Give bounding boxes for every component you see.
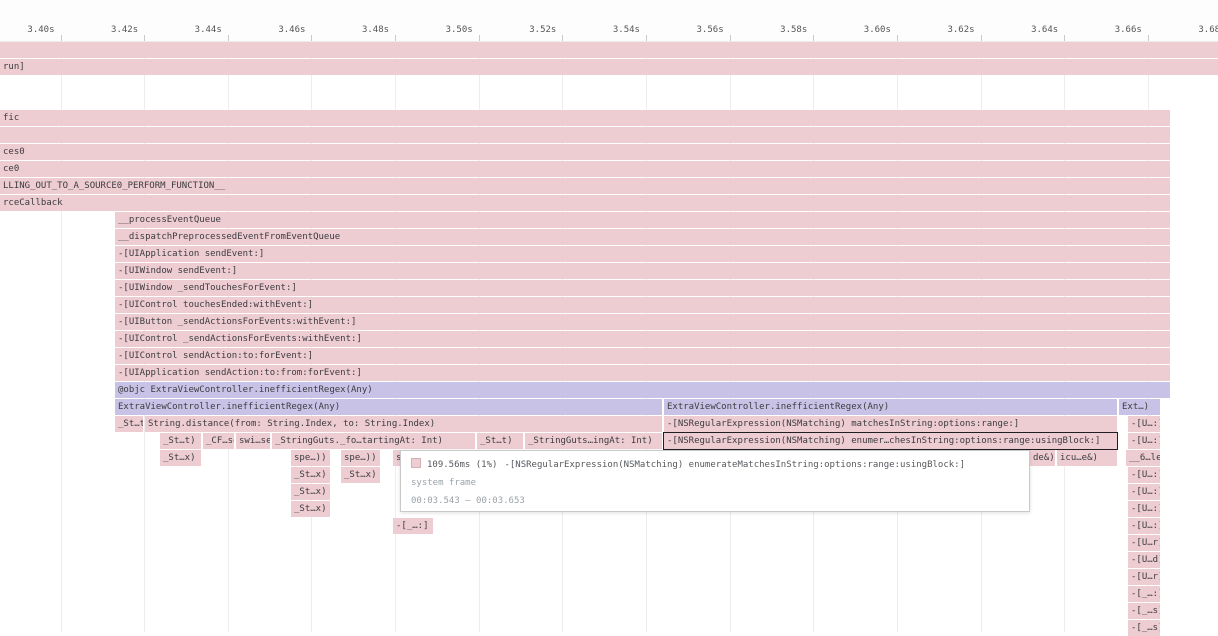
flame-frame[interactable]: String.distance(from: String.Index, to: …	[145, 416, 662, 432]
flame-frame[interactable]: -[UIControl sendAction:to:forEvent:]	[115, 348, 1170, 364]
flame-frame[interactable]: -[U…:]	[1128, 416, 1160, 432]
flame-frame[interactable]: _St…x)	[341, 467, 380, 483]
flame-frame[interactable]: ExtraViewController.inefficientRegex(Any…	[664, 399, 1117, 415]
flame-frame[interactable]: @objc ExtraViewController.inefficientReg…	[115, 382, 1170, 398]
frame-tooltip: 109.56ms (1%) -[NSRegularExpression(NSMat…	[400, 450, 1030, 512]
time-ruler-label: 3.54s	[606, 25, 640, 35]
flame-frame[interactable]: -[_…:]	[393, 518, 433, 534]
flame-frame[interactable]: -[NSRegularExpression(NSMatching) matche…	[664, 416, 1117, 432]
flame-frame[interactable]: -[UIWindow sendEvent:]	[115, 263, 1170, 279]
flame-frame[interactable]: _St…x)	[160, 450, 201, 466]
flame-frame[interactable]: icu…e&)	[1057, 450, 1117, 466]
flame-frame[interactable]: -[U…:]	[1128, 484, 1160, 500]
flame-frame[interactable]: _StringGuts…ingAt: Int)	[525, 433, 662, 449]
flame-frame[interactable]: -[U…:]	[1128, 433, 1160, 449]
time-ruler-label: 3.44s	[188, 25, 222, 35]
time-ruler-label: 3.64s	[1024, 25, 1058, 35]
time-ruler-tick	[311, 35, 312, 41]
flame-frame[interactable]: _StringGuts._fo…tartingAt: Int)	[272, 433, 475, 449]
flame-frame[interactable]: de&)	[1030, 450, 1055, 466]
flame-frame[interactable]: fic	[0, 110, 1170, 126]
time-ruler-tick	[730, 35, 731, 41]
flame-frame[interactable]: swi…se	[236, 433, 270, 449]
time-ruler-label: 3.42s	[104, 25, 138, 35]
flame-frame[interactable]: ExtraViewController.inefficientRegex(Any…	[115, 399, 662, 415]
time-ruler-tick	[562, 35, 563, 41]
flame-frame[interactable]: Ext…)	[1119, 399, 1160, 415]
time-ruler-label: 3.50s	[439, 25, 473, 35]
flame-frame[interactable]: _St…x)	[291, 484, 330, 500]
time-ruler-label: 3.58s	[773, 25, 807, 35]
flame-frame[interactable]: ces0	[0, 144, 1170, 160]
flame-frame[interactable]: -[U…:]	[1128, 518, 1160, 534]
tooltip-title-line: 109.56ms (1%) -[NSRegularExpression(NSMat…	[411, 458, 1019, 470]
tooltip-time-range: 00:03.543 — 00:03.653	[411, 496, 1019, 506]
time-ruler-label: 3.48s	[355, 25, 389, 35]
time-ruler-tick	[1064, 35, 1065, 41]
time-ruler-tick	[1148, 35, 1149, 41]
flame-frame[interactable]: -[UIControl _sendActionsForEvents:withEv…	[115, 331, 1170, 347]
flame-frame[interactable]: _St…x)	[291, 501, 330, 517]
flame-frame[interactable]	[0, 42, 1218, 58]
flame-frame[interactable]: spe…))	[341, 450, 380, 466]
flame-frame[interactable]: -[UIControl touchesEnded:withEvent:]	[115, 297, 1170, 313]
flame-frame[interactable]: __dispatchPreprocessedEventFromEventQueu…	[115, 229, 1170, 245]
flame-frame[interactable]: _CF…se	[203, 433, 234, 449]
flame-frame[interactable]: -[UIWindow _sendTouchesForEvent:]	[115, 280, 1170, 296]
flame-frame[interactable]: _St…x)	[291, 467, 330, 483]
tooltip-symbol: -[NSRegularExpression(NSMatching) enumer…	[504, 460, 965, 470]
flame-frame[interactable]: -[UIApplication sendEvent:]	[115, 246, 1170, 262]
flame-frame[interactable]: LLING_OUT_TO_A_SOURCE0_PERFORM_FUNCTION_…	[0, 178, 1170, 194]
flame-frame[interactable]: _St…t)	[160, 433, 201, 449]
flame-frame[interactable]: __6…le	[1126, 450, 1160, 466]
flame-frame[interactable]: -[_…s]	[1128, 603, 1160, 619]
tooltip-duration: 109.56ms (1%)	[427, 460, 497, 470]
flame-frame[interactable]: rceCallback	[0, 195, 1170, 211]
time-ruler[interactable]: 3.40s 3.42s 3.44s 3.46s 3.48s 3.50s 3.52s 3.54s…	[0, 0, 1218, 42]
time-ruler-tick	[897, 35, 898, 41]
time-ruler-label: 3.40s	[21, 25, 55, 35]
flame-frame[interactable]: ce0	[0, 161, 1170, 177]
flame-frame[interactable]: -[U…:]	[1128, 467, 1160, 483]
flame-frame[interactable]: -[UIApplication sendAction:to:from:forEv…	[115, 365, 1170, 381]
tooltip-frame-kind: system frame	[411, 478, 1019, 488]
flame-frame[interactable]: -[U…r]	[1128, 569, 1160, 585]
time-ruler-tick	[646, 35, 647, 41]
flame-frame[interactable]	[0, 127, 1170, 143]
time-ruler-tick	[61, 35, 62, 41]
flame-frame[interactable]: -[UIButton _sendActionsForEvents:withEve…	[115, 314, 1170, 330]
time-ruler-tick	[981, 35, 982, 41]
time-ruler-tick	[228, 35, 229, 41]
flame-chart[interactable]: run] fic ces0ce0LLING_OUT_TO_A_SOURCE0_PER…	[0, 42, 1218, 632]
flame-frame[interactable]: __processEventQueue	[115, 212, 1170, 228]
time-ruler-tick	[144, 35, 145, 41]
flame-frame[interactable]: -[_…s]	[1128, 620, 1160, 636]
flame-frame[interactable]: run]	[0, 59, 1218, 75]
time-ruler-label: 3.68s	[1191, 25, 1218, 35]
time-ruler-tick	[813, 35, 814, 41]
time-ruler-label: 3.52s	[522, 25, 556, 35]
time-ruler-label: 3.46s	[271, 25, 305, 35]
time-ruler-label: 3.62s	[941, 25, 975, 35]
selected-flame-frame[interactable]: -[NSRegularExpression(NSMatching) enumer…	[664, 433, 1117, 449]
flame-frame[interactable]: _St…t)	[477, 433, 523, 449]
flame-frame[interactable]: -[U…r]	[1128, 535, 1160, 551]
frame-color-swatch	[411, 458, 421, 468]
flame-frame[interactable]: -[U…:]	[1128, 501, 1160, 517]
flame-frame[interactable]: -[U…d]	[1128, 552, 1160, 568]
time-ruler-label: 3.66s	[1108, 25, 1142, 35]
time-ruler-label: 3.56s	[690, 25, 724, 35]
time-ruler-label: 3.60s	[857, 25, 891, 35]
time-ruler-tick	[395, 35, 396, 41]
flame-frame[interactable]: spe…))	[291, 450, 330, 466]
flame-frame[interactable]: _St…t)	[115, 416, 143, 432]
flame-frame[interactable]: -[_…:]	[1128, 586, 1160, 602]
time-ruler-tick	[479, 35, 480, 41]
